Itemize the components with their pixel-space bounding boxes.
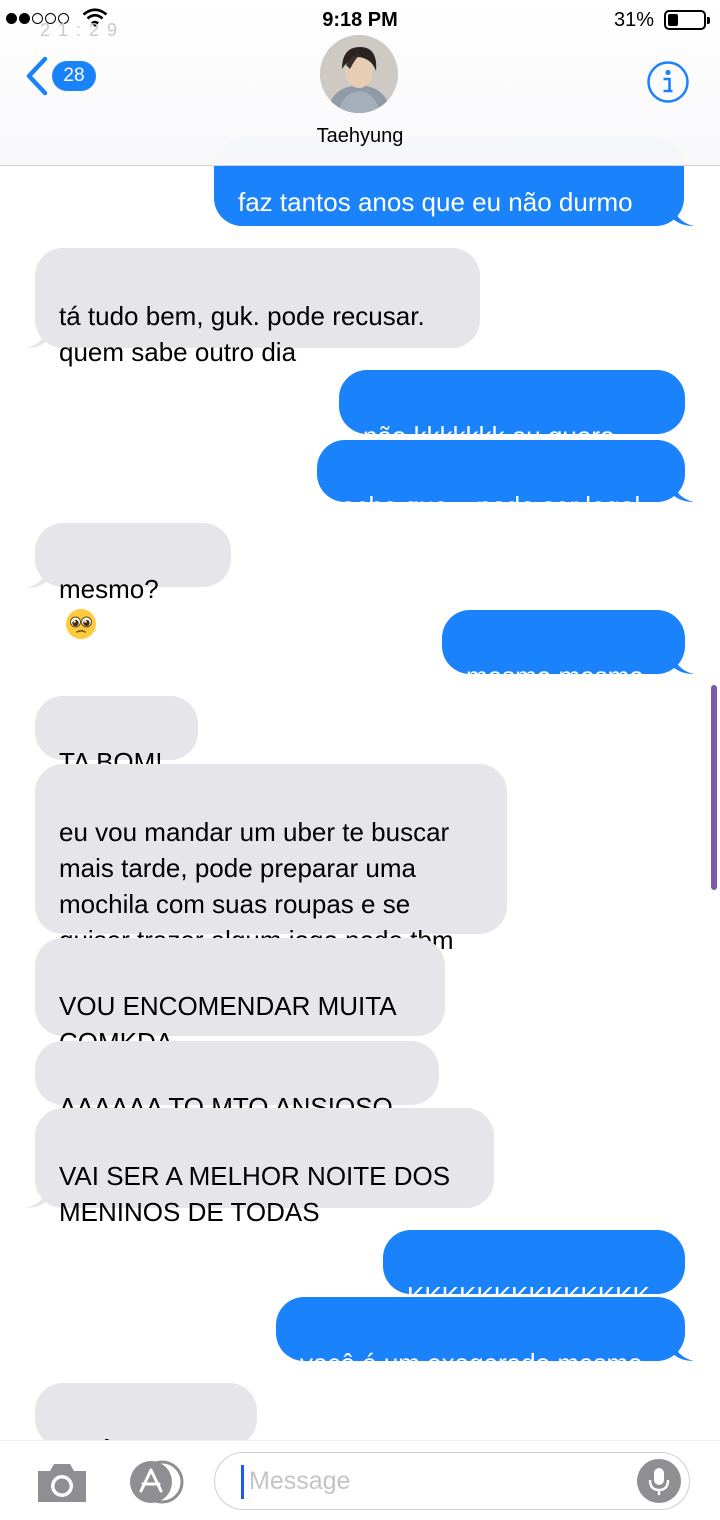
scroll-indicator[interactable] bbox=[711, 685, 717, 890]
battery-percentage: 31% bbox=[613, 9, 654, 31]
app-store-icon bbox=[130, 1460, 184, 1504]
app-store-button[interactable] bbox=[124, 1459, 186, 1510]
message-text: mesmo? bbox=[59, 574, 159, 604]
contact-name[interactable]: Taehyung bbox=[0, 125, 720, 148]
message-text: tá tudo bem, guk. pode recusar. quem sab… bbox=[59, 301, 425, 367]
clock: 9:18 PM bbox=[322, 9, 398, 31]
info-icon bbox=[647, 61, 689, 103]
conversation-header: 21:29 9:18 PM 31% 28 Taehyung bbox=[0, 0, 720, 166]
message-input[interactable]: Message bbox=[214, 1452, 690, 1510]
message-bubble-outgoing[interactable]: mesmo mesmo bbox=[442, 610, 685, 691]
camera-button[interactable] bbox=[34, 1459, 90, 1510]
bubble-tail-incoming bbox=[26, 1186, 48, 1208]
message-bubble-incoming[interactable]: você gosta bbox=[35, 1383, 257, 1499]
message-text: mesmo mesmo bbox=[466, 661, 644, 691]
microphone-icon bbox=[648, 1468, 670, 1495]
message-bubble-incoming[interactable]: tá tudo bem, guk. pode recusar. quem sab… bbox=[35, 248, 480, 367]
chevron-left-icon bbox=[26, 56, 48, 96]
message-text: VAI SER A MELHOR NOITE DOS MENINOS DE TO… bbox=[59, 1161, 451, 1227]
message-bubble-incoming[interactable]: VOU ENCOMENDAR MUITA COMKDA bbox=[35, 938, 445, 1057]
bubble-tail-incoming bbox=[26, 566, 48, 588]
avatar-image bbox=[320, 35, 398, 113]
message-bubble-outgoing[interactable]: não kkkkkkk eu quero... bbox=[339, 370, 685, 451]
pleading-face-emoji bbox=[66, 609, 96, 639]
info-button[interactable] bbox=[646, 60, 690, 109]
bubble-tail-incoming bbox=[26, 326, 48, 348]
message-text: faz tantos anos que eu não durmo na casa… bbox=[238, 187, 633, 253]
message-bubble-incoming[interactable]: VAI SER A MELHOR NOITE DOS MENINOS DE TO… bbox=[35, 1108, 494, 1227]
contact-avatar[interactable] bbox=[320, 35, 398, 113]
bubble-tail-outgoing bbox=[672, 1339, 694, 1361]
message-bubble-incoming[interactable]: TA BOM! bbox=[35, 696, 198, 777]
message-bubble-outgoing[interactable]: acho que... pode ser legal bbox=[317, 440, 685, 521]
message-text: acho que... pode ser legal bbox=[341, 491, 641, 521]
bubble-tail-outgoing bbox=[672, 204, 694, 226]
message-text: você é um exagerado mesmo bbox=[300, 1348, 643, 1378]
message-bubble-incoming[interactable]: mesmo? bbox=[35, 523, 231, 639]
battery-icon bbox=[664, 10, 710, 30]
message-thread[interactable]: faz tantos anos que eu não durmo na casa… bbox=[0, 0, 720, 1520]
camera-icon bbox=[38, 1464, 86, 1502]
message-bubble-incoming[interactable]: eu vou mandar um uber te buscar mais tar… bbox=[35, 764, 507, 955]
compose-bar: Message bbox=[0, 1440, 720, 1520]
dictation-button[interactable] bbox=[637, 1459, 681, 1503]
text-cursor bbox=[241, 1465, 244, 1499]
message-bubble-incoming[interactable]: AAAAAA TO MTO ANSIOSO bbox=[35, 1041, 439, 1122]
message-bubble-outgoing[interactable]: KKKKKKKKKKKKKK bbox=[383, 1230, 685, 1311]
bubble-tail-outgoing bbox=[672, 652, 694, 674]
message-placeholder: Message bbox=[249, 1467, 351, 1495]
unread-count-badge: 28 bbox=[52, 61, 96, 91]
bubble-tail-outgoing bbox=[672, 480, 694, 502]
message-bubble-outgoing[interactable]: você é um exagerado mesmo bbox=[276, 1297, 685, 1378]
message-text: eu vou mandar um uber te buscar mais tar… bbox=[59, 817, 454, 955]
back-button[interactable]: 28 bbox=[24, 56, 96, 96]
status-bar: 21:29 9:18 PM 31% bbox=[0, 0, 720, 40]
